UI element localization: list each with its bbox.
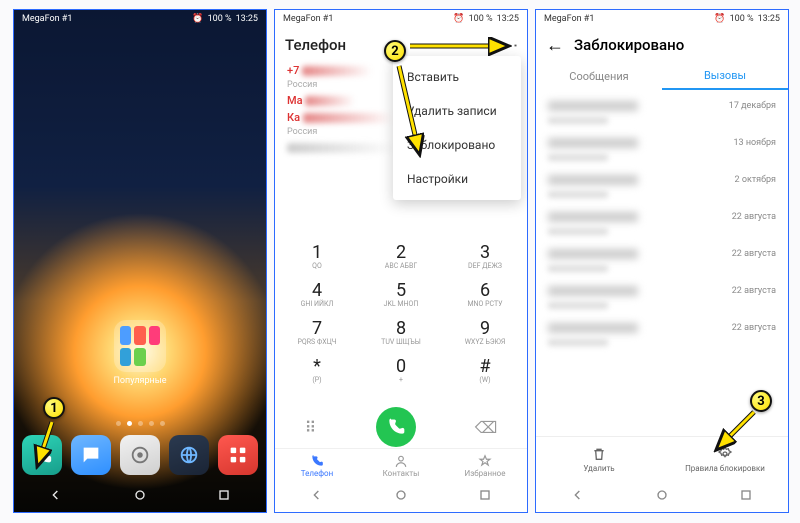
tab-messages[interactable]: Сообщения (536, 62, 662, 90)
status-bar: MegaFon #1 ⏰ 100 % 13:25 (536, 10, 788, 28)
back-icon[interactable]: ← (546, 35, 564, 56)
apps-grid-icon[interactable] (218, 435, 258, 475)
nav-home-icon[interactable] (654, 487, 670, 507)
blocked-row[interactable]: 22 августа (536, 205, 788, 242)
battery-label: 100 % (208, 14, 232, 24)
nav-recent-icon[interactable] (477, 487, 493, 507)
folder-popular[interactable]: Популярные (110, 320, 170, 386)
tab-contacts[interactable]: Контакты (359, 449, 443, 482)
key-8[interactable]: 8TUV ШЩЪЫ (359, 314, 443, 352)
key-9[interactable]: 9WXYZ ЬЭЮЯ (443, 314, 527, 352)
backspace-icon[interactable]: ⌫ (475, 418, 498, 437)
key-6[interactable]: 6MNO РСТУ (443, 276, 527, 314)
nav-recent-icon[interactable] (738, 487, 754, 507)
annotation-step-1: 1 (43, 397, 65, 419)
tab-favorites[interactable]: Избранное (443, 449, 527, 482)
status-bar: MegaFon #1 ⏰ 100 % 13:25 (14, 10, 266, 28)
phone-title: Телефон (285, 36, 346, 54)
key-4[interactable]: 4GHI ИЙКЛ (275, 276, 359, 314)
clock: 13:25 (497, 14, 519, 24)
blocked-list: 17 декабря 13 ноября 2 октября 22 август… (536, 94, 788, 353)
blocked-row[interactable]: 17 декабря (536, 94, 788, 131)
carrier-label: MegaFon #1 (22, 14, 72, 24)
blocked-row[interactable]: 13 ноября (536, 131, 788, 168)
battery-label: 100 % (469, 14, 493, 24)
nav-bar (536, 482, 788, 512)
annotation-arrow-2a (406, 36, 516, 56)
tab-calls[interactable]: Вызовы (662, 62, 788, 90)
key-star[interactable]: *(P) (275, 352, 359, 390)
phone-bottom-tabs: Телефон Контакты Избранное (275, 448, 527, 482)
browser-app-icon[interactable] (169, 435, 209, 475)
clock: 13:25 (236, 14, 258, 24)
key-5[interactable]: 5JKL МНОП (359, 276, 443, 314)
folder-box[interactable] (114, 320, 166, 372)
key-1[interactable]: 1QO (275, 238, 359, 276)
dial-actions: ⠿ ⌫ (275, 406, 527, 448)
key-hash[interactable]: #(W) (443, 352, 527, 390)
blocked-title: Заблокировано (574, 36, 684, 54)
blocked-row[interactable]: 22 августа (536, 316, 788, 353)
alarm-icon: ⏰ (453, 14, 464, 24)
dialpad-toggle-icon[interactable]: ⠿ (305, 418, 317, 437)
call-button[interactable] (376, 407, 416, 447)
annotation-arrow-2b (395, 62, 445, 162)
nav-bar (275, 482, 527, 512)
carrier-label: MegaFon #1 (283, 14, 333, 24)
alarm-icon: ⏰ (192, 14, 203, 24)
tab-phone[interactable]: Телефон (275, 449, 359, 482)
nav-back-icon[interactable] (48, 487, 64, 507)
blocked-header: ← Заблокировано (536, 28, 788, 62)
annotation-step-2: 2 (384, 40, 406, 62)
trash-icon (591, 446, 607, 462)
key-7[interactable]: 7PQRS ФХЦЧ (275, 314, 359, 352)
dialpad: 1QO 2ABC АБВГ 3DEF ДЕЖЗ 4GHI ИЙКЛ 5JKL М… (275, 238, 527, 390)
menu-settings[interactable]: Настройки (393, 162, 521, 196)
settings-app-icon[interactable] (120, 435, 160, 475)
alarm-icon: ⏰ (714, 14, 725, 24)
nav-bar (14, 482, 266, 512)
blocked-tabs: Сообщения Вызовы (536, 62, 788, 90)
nav-back-icon[interactable] (309, 487, 325, 507)
key-3[interactable]: 3DEF ДЕЖЗ (443, 238, 527, 276)
blocked-row[interactable]: 22 августа (536, 279, 788, 316)
nav-home-icon[interactable] (132, 487, 148, 507)
nav-home-icon[interactable] (393, 487, 409, 507)
battery-label: 100 % (730, 14, 754, 24)
blocked-row[interactable]: 22 августа (536, 242, 788, 279)
delete-action[interactable]: Удалить (536, 437, 662, 482)
key-0[interactable]: 0+ (359, 352, 443, 390)
status-bar: MegaFon #1 ⏰ 100 % 13:25 (275, 10, 527, 28)
nav-recent-icon[interactable] (216, 487, 232, 507)
key-2[interactable]: 2ABC АБВГ (359, 238, 443, 276)
annotation-step-3: 3 (750, 390, 772, 412)
blocked-row[interactable]: 2 октября (536, 168, 788, 205)
carrier-label: MegaFon #1 (544, 14, 594, 24)
nav-back-icon[interactable] (570, 487, 586, 507)
annotation-arrow-1 (30, 416, 80, 476)
clock: 13:25 (758, 14, 780, 24)
annotation-arrow-3 (710, 408, 760, 458)
folder-label: Популярные (110, 376, 170, 386)
